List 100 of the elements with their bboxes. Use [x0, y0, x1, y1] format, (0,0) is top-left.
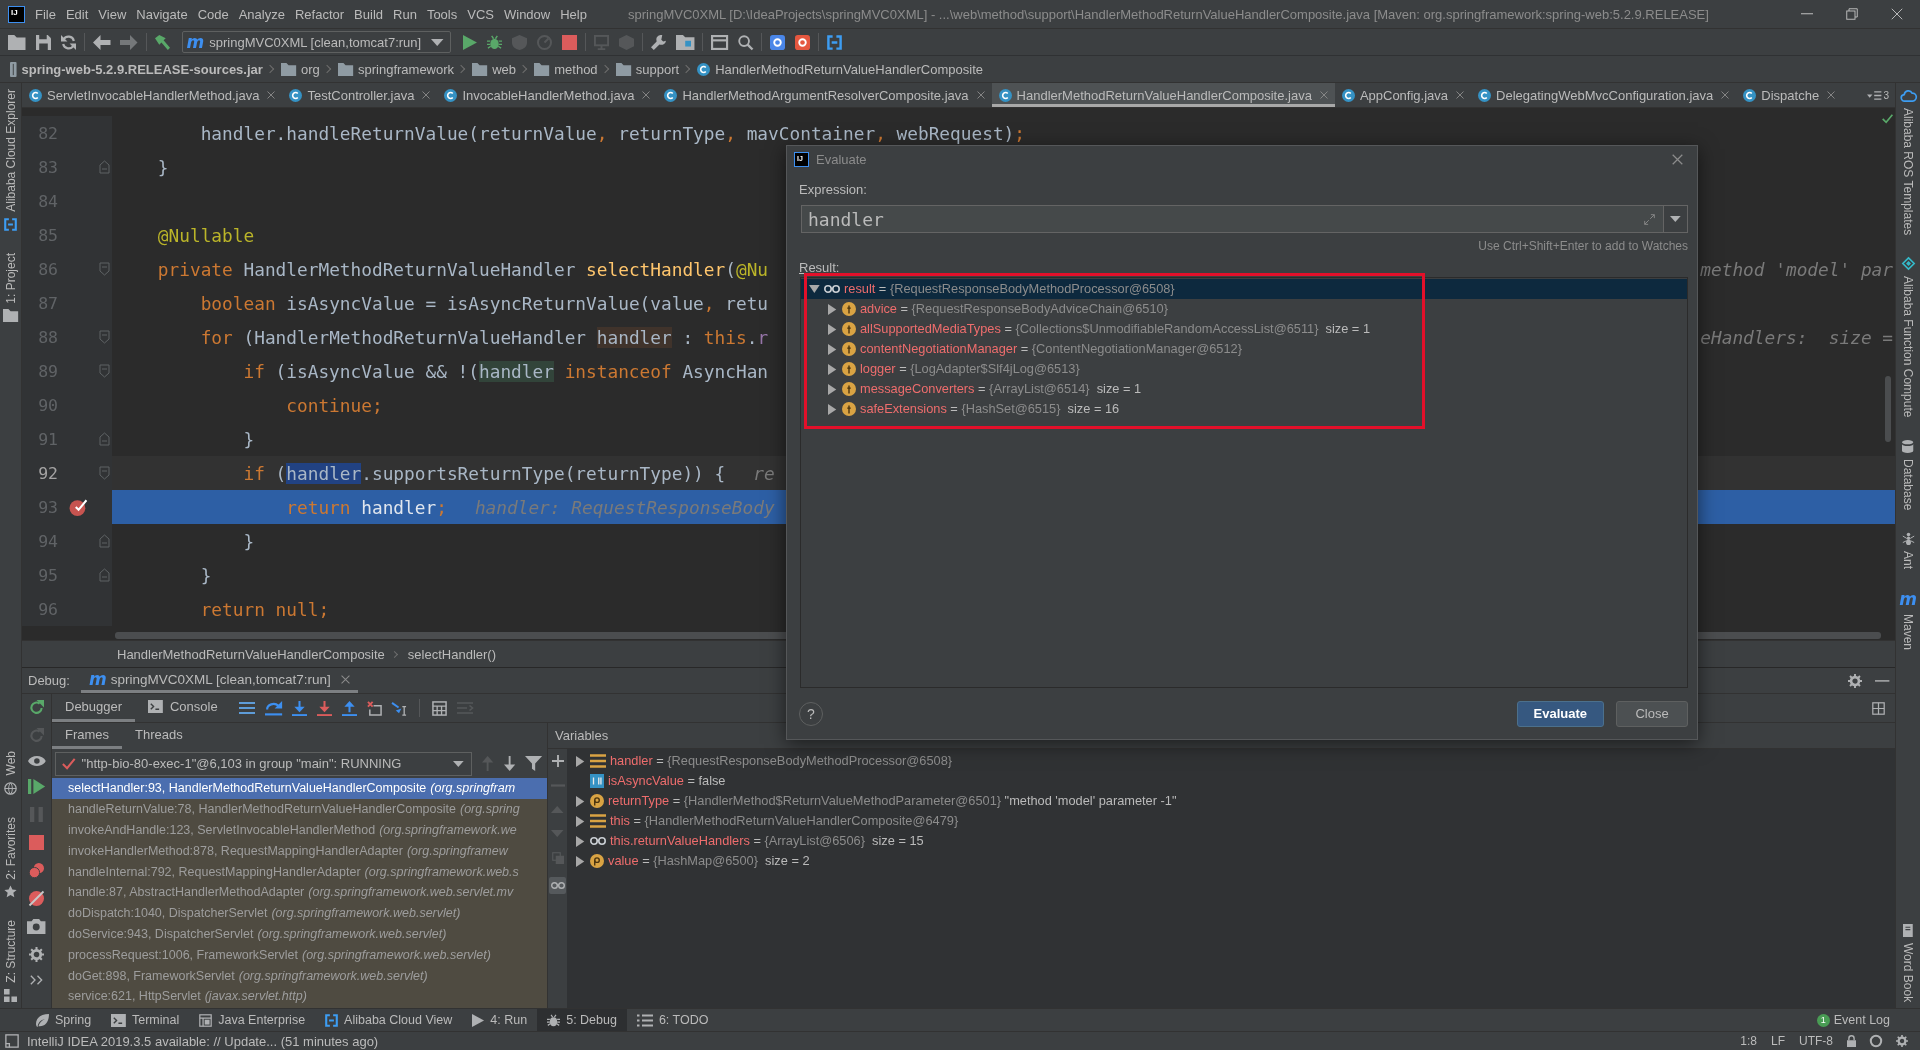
settings-icon[interactable] — [1847, 673, 1862, 688]
tool-window-button[interactable]: Alibaba ROS Templates — [1896, 89, 1920, 236]
variable-item[interactable]: returnType = {HandlerMethod$ReturnValueMethodParameter@6501} "method 'model' parameter -1" — [608, 792, 1181, 810]
close-icon[interactable] — [1827, 91, 1836, 99]
ring-icon[interactable] — [1870, 1035, 1882, 1047]
breakpoint-icon[interactable] — [69, 498, 87, 516]
variable-item[interactable]: handler = {RequestResponseBodyMethodProcessor@6508} — [610, 752, 957, 770]
down-arrow-icon[interactable] — [503, 756, 515, 771]
panel-tab[interactable]: Debugger — [52, 694, 136, 722]
variable-item[interactable]: this.returnValueHandlers = {ArrayList@6506} size = 15 — [610, 832, 928, 850]
tree-item[interactable]: messageConverters = {ArrayList@6514} size = 1 — [860, 380, 1146, 398]
expand-icon[interactable] — [1644, 213, 1655, 225]
play-icon[interactable] — [462, 34, 477, 50]
layout-icon[interactable] — [1872, 701, 1885, 715]
stack-frame[interactable]: processRequest:1006, FrameworkServlet (org.springframework.web.servlet) — [52, 944, 547, 966]
caret-right-icon[interactable] — [827, 383, 837, 395]
settings-icon[interactable] — [1896, 1035, 1908, 1047]
tool-window-button[interactable]: Alibaba Function Compute — [1896, 257, 1920, 418]
tool-window-button[interactable]: 4: Run — [462, 1009, 538, 1031]
caret-down-icon[interactable] — [808, 285, 820, 293]
tool-window-button[interactable]: 6: TODO — [626, 1009, 719, 1031]
menu-item[interactable]: View — [93, 6, 132, 22]
fold-marker-icon[interactable] — [98, 160, 110, 174]
tile-icon[interactable] — [770, 34, 786, 50]
close-icon[interactable] — [642, 91, 651, 99]
editor-tab[interactable]: AppConfig.java — [1334, 83, 1472, 107]
menu-item[interactable]: Run — [388, 6, 422, 22]
breadcrumb-item[interactable]: HandlerMethodReturnValueHandlerComposite — [117, 646, 385, 662]
editor-tab[interactable]: InvocableHandlerMethod.java — [437, 83, 658, 107]
plus-icon[interactable] — [551, 755, 564, 767]
help-button[interactable]: ? — [799, 701, 823, 726]
fold-marker-icon[interactable] — [98, 262, 110, 276]
tool-window-button[interactable]: 5: Debug — [537, 1009, 627, 1031]
breadcrumb-item[interactable]: support — [615, 61, 680, 77]
folder-icon[interactable] — [8, 34, 26, 50]
stack-frame[interactable]: handleReturnValue:78, HandlerMethodReturnValueHandlerComposite (org.spring — [52, 798, 547, 820]
menu-item[interactable]: Navigate — [131, 6, 193, 22]
close-icon[interactable] — [1672, 154, 1683, 165]
tree-item[interactable]: allSupportedMediaTypes = {Collections$UnmodifiableRandomAccessList@6511} size = 1 — [860, 320, 1374, 338]
watches-toggle[interactable] — [549, 877, 566, 894]
caret-right-icon[interactable] — [827, 323, 837, 335]
chevrons-icon[interactable] — [30, 975, 43, 985]
menu-item[interactable]: Help — [555, 6, 592, 22]
stack-frame[interactable]: invokeHandlerMethod:878, RequestMappingHandlerAdapter (org.springframew — [52, 840, 547, 862]
breadcrumb-item[interactable]: HandlerMethodReturnValueHandlerComposite — [697, 61, 983, 77]
thread-dropdown[interactable]: "http-bio-80-exec-1"@6,103 in group "main": RUNNING — [55, 751, 473, 776]
double-circle-icon[interactable] — [29, 863, 44, 878]
caret-position[interactable]: 1:8 — [1740, 1034, 1757, 1048]
file-encoding[interactable]: UTF-8 — [1799, 1034, 1833, 1048]
caret-right-icon[interactable] — [575, 795, 585, 807]
lock-icon[interactable] — [1847, 1035, 1856, 1047]
menu-item[interactable]: Analyze — [233, 6, 290, 22]
line-separator[interactable]: LF — [1771, 1034, 1785, 1048]
tree-item[interactable]: advice = {RequestResponseBodyAdviceChain@6510} — [860, 300, 1172, 318]
breadcrumb-item[interactable]: selectHandler() — [407, 646, 496, 662]
circular-arrows-icon[interactable] — [60, 34, 76, 50]
caret-right-icon[interactable] — [827, 363, 837, 375]
breadcrumb-item[interactable]: org — [280, 61, 320, 77]
run-config-dropdown[interactable]: m springMVC0XML [clean,tomcat7:run] — [181, 31, 451, 53]
editor-tab[interactable]: ServletInvocableHandlerMethod.java — [22, 83, 283, 107]
editor-tab[interactable]: Dispatche — [1736, 83, 1843, 107]
restore-icon[interactable] — [1846, 8, 1858, 20]
fold-marker-icon[interactable] — [98, 330, 110, 344]
close-icon[interactable] — [1891, 8, 1903, 20]
curved-arrow-icon[interactable] — [264, 700, 282, 716]
up-arrow-icon[interactable] — [341, 700, 357, 716]
variable-item[interactable]: value = {HashMap@6500} size = 2 — [608, 852, 814, 870]
tool-window-button[interactable]: Java Enterprise — [189, 1009, 316, 1031]
circular-arrow-icon[interactable] — [29, 700, 44, 715]
tree-item[interactable]: safeExtensions = {HashSet@6515} size = 16 — [860, 400, 1124, 418]
window-icon[interactable] — [711, 34, 729, 50]
brackets-icon[interactable] — [827, 34, 843, 50]
close-icon[interactable] — [340, 674, 350, 684]
fold-marker-icon[interactable] — [98, 432, 110, 446]
caret-right-icon[interactable] — [827, 403, 837, 415]
stack-frame[interactable]: doService:943, DispatcherServlet (org.springframework.web.servlet) — [52, 923, 547, 945]
variable-item[interactable]: this = {HandlerMethodReturnValueHandlerComposite@6479} — [610, 812, 963, 830]
stack-frame[interactable]: handle:87, AbstractHandlerMethodAdapter (org.springframework.web.servlet.mv — [52, 882, 547, 903]
menu-item[interactable]: Code — [192, 6, 234, 22]
tool-window-button[interactable]: Spring — [26, 1009, 102, 1031]
menu-item[interactable]: Build — [349, 6, 388, 22]
menu-item[interactable]: File — [30, 6, 61, 22]
close-icon[interactable] — [1319, 91, 1328, 99]
evaluate-button[interactable]: Evaluate — [1516, 700, 1604, 727]
tool-window-button[interactable]: Database — [1896, 439, 1920, 510]
camera-icon[interactable] — [27, 919, 46, 934]
tile-icon[interactable] — [795, 34, 811, 50]
caret-right-icon[interactable] — [575, 835, 585, 847]
tree-item[interactable]: logger = {LogAdapter$Slf4jLog@6513} — [860, 360, 1084, 378]
tool-window-button[interactable]: Ant — [1896, 532, 1920, 569]
close-icon[interactable] — [1456, 91, 1465, 99]
editor-tab[interactable]: TestController.java — [282, 83, 438, 107]
down-arrow-icon[interactable] — [291, 700, 307, 716]
tool-window-button[interactable]: 1: Project — [0, 252, 21, 323]
caret-right-icon[interactable] — [575, 855, 585, 867]
caret-right-icon[interactable] — [575, 815, 585, 827]
stack-frame[interactable]: doGet:898, FrameworkServlet (org.springframework.web.servlet) — [52, 965, 547, 986]
minimize-icon[interactable] — [1801, 13, 1813, 15]
history-dropdown[interactable] — [1664, 205, 1688, 233]
hammer-icon[interactable] — [154, 34, 170, 50]
